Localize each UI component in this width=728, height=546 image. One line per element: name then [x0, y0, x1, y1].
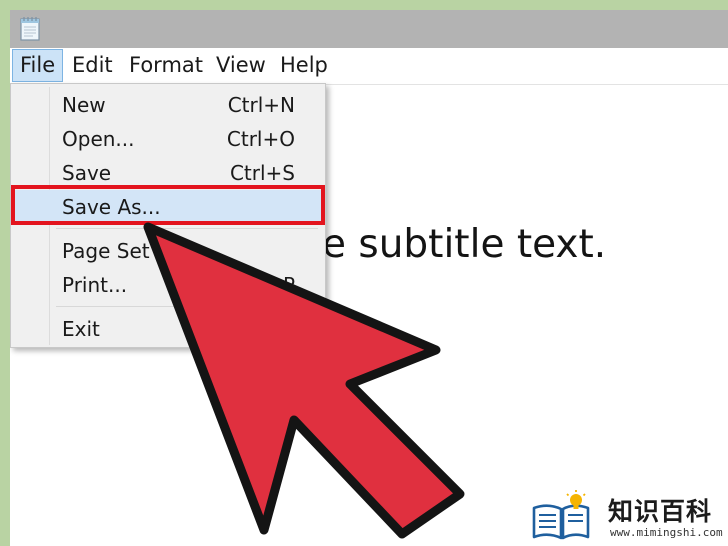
menu-item-page-setup[interactable]: Page Set: [11, 234, 325, 268]
watermark-logo: 知识百科 www.mimingshi.com: [518, 486, 728, 546]
menu-item-shortcut: Ctrl+O: [226, 127, 295, 151]
watermark-url: www.mimingshi.com: [610, 526, 723, 539]
notepad-app-icon: [20, 17, 40, 41]
menu-item-open[interactable]: Open... Ctrl+O: [11, 122, 325, 156]
menu-item-label: Print...: [62, 273, 128, 297]
menu-item-save[interactable]: Save Ctrl+S: [11, 156, 325, 190]
menu-item-save-as[interactable]: Save As...: [11, 190, 325, 224]
menu-view[interactable]: View: [209, 49, 273, 82]
menu-item-label: Save: [62, 161, 112, 185]
menu-item-label: Exit: [62, 317, 100, 341]
title-bar[interactable]: [10, 10, 728, 48]
menu-file[interactable]: File: [12, 49, 64, 82]
menu-item-print[interactable]: Print... P: [11, 268, 325, 302]
file-menu-dropdown: New Ctrl+N Open... Ctrl+O Save Ctrl+S Sa…: [10, 83, 326, 348]
menu-item-exit[interactable]: Exit: [11, 312, 325, 346]
book-lightbulb-icon: [532, 490, 590, 540]
menu-separator: [56, 228, 318, 229]
menu-item-shortcut: Ctrl+S: [229, 161, 295, 185]
menu-format[interactable]: Format: [122, 49, 210, 82]
menu-item-label: New: [62, 93, 106, 117]
menu-separator: [56, 306, 318, 307]
menu-help[interactable]: Help: [273, 49, 335, 82]
watermark-title: 知识百科: [608, 497, 713, 526]
menu-item-label: Open...: [62, 127, 135, 151]
menu-item-label: Page Set: [62, 239, 150, 263]
menu-item-shortcut: P: [282, 273, 295, 297]
document-text[interactable]: e subtitle text.: [322, 222, 606, 267]
menu-edit[interactable]: Edit: [65, 49, 120, 82]
menu-item-label: Save As...: [62, 195, 161, 219]
menu-bar: File Edit Format View Help: [10, 48, 728, 85]
notepad-window: File Edit Format View Help e subtitle te…: [10, 10, 728, 546]
menu-item-new[interactable]: New Ctrl+N: [11, 88, 325, 122]
menu-item-shortcut: Ctrl+N: [227, 93, 295, 117]
